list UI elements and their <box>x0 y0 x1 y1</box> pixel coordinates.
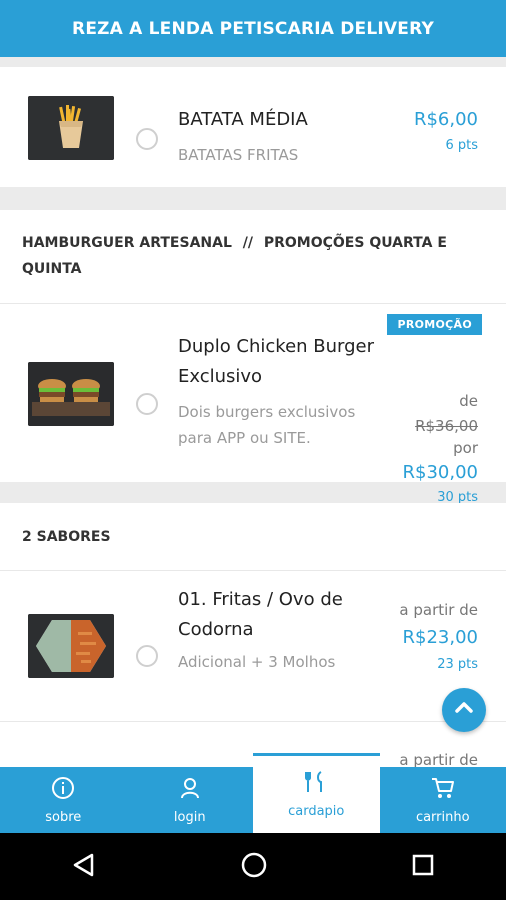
menu-list[interactable]: BATATA MÉDIA BATATAS FRITAS R$6,00 6 pts… <box>0 57 506 767</box>
section-title: HAMBURGUER ARTESANAL <box>22 235 232 251</box>
android-nav-bar <box>0 833 506 900</box>
item-title-line1: 01. Fritas / Ovo de <box>178 589 343 610</box>
item-points: 6 pts <box>445 138 478 153</box>
item-points: 23 pts <box>437 657 478 672</box>
price-de-label: de <box>459 392 478 410</box>
tab-label: cardapio <box>288 804 345 819</box>
list-item-fritas[interactable]: 01. Fritas / Ovo de Codorna Adicional + … <box>0 571 506 721</box>
tab-cardapio[interactable]: cardapio <box>253 753 380 833</box>
select-radio-batata[interactable] <box>136 128 158 150</box>
back-icon[interactable] <box>71 852 97 882</box>
section-title: 2 SABORES <box>22 529 111 545</box>
info-icon <box>51 776 75 804</box>
item-title-line2: Exclusivo <box>178 366 263 387</box>
tab-label: login <box>173 809 206 825</box>
scroll-to-top-button[interactable] <box>442 688 486 732</box>
section-promo-line2: QUINTA <box>22 261 82 277</box>
price-por-label: por <box>453 439 478 457</box>
app-title: REZA A LENDA PETISCARIA DELIVERY <box>72 18 434 39</box>
tab-label: sobre <box>45 809 82 825</box>
item-title: BATATA MÉDIA <box>178 109 308 130</box>
promo-badge: PROMOÇÃO <box>387 314 482 335</box>
list-item-burger[interactable]: PROMOÇÃO Duplo Chicken Burger Exclusivo … <box>0 304 506 505</box>
item-price: R$23,00 <box>402 627 479 648</box>
item-subtitle: BATATAS FRITAS <box>178 146 299 164</box>
burger-thumbnail <box>28 362 114 426</box>
price-from-label: a partir de <box>399 751 478 767</box>
tab-sobre[interactable]: sobre <box>0 767 127 833</box>
user-icon <box>178 776 202 804</box>
batata-thumbnail <box>28 96 114 160</box>
section-separator: // <box>242 235 253 251</box>
item-price: R$30,00 <box>402 462 479 483</box>
item-subtitle: Adicional + 3 Molhos <box>178 653 336 671</box>
home-icon[interactable] <box>240 851 268 883</box>
section-header-sabores: 2 SABORES <box>0 503 506 570</box>
select-radio-burger[interactable] <box>136 393 158 415</box>
old-price: R$36,00 <box>415 417 478 435</box>
cutlery-icon <box>303 770 329 798</box>
item-price: R$6,00 <box>413 109 478 130</box>
recents-icon[interactable] <box>411 853 435 881</box>
section-header-hamburguer: HAMBURGUER ARTESANAL // PROMOÇÕES QUARTA… <box>0 210 506 303</box>
tab-carrinho[interactable]: carrinho <box>380 767 506 833</box>
fritas-thumbnail <box>28 614 114 678</box>
item-desc-line2: para APP ou SITE. <box>178 429 311 447</box>
chevron-up-icon <box>453 697 475 723</box>
bottom-tab-bar: sobre login cardapio carrinho <box>0 753 506 833</box>
price-from-label: a partir de <box>399 601 478 619</box>
list-item-batata[interactable]: BATATA MÉDIA BATATAS FRITAS R$6,00 6 pts <box>0 67 506 187</box>
tab-label: carrinho <box>415 809 470 825</box>
item-title-line1: Duplo Chicken Burger <box>178 336 375 357</box>
select-radio-fritas[interactable] <box>136 645 158 667</box>
app-header: REZA A LENDA PETISCARIA DELIVERY <box>0 0 506 57</box>
cart-icon <box>430 776 456 804</box>
item-desc-line1: Dois burgers exclusivos <box>178 403 356 421</box>
tab-login[interactable]: login <box>127 767 254 833</box>
item-title-line2: Codorna <box>178 619 254 640</box>
section-promo-line1: PROMOÇÕES QUARTA E <box>263 235 447 251</box>
